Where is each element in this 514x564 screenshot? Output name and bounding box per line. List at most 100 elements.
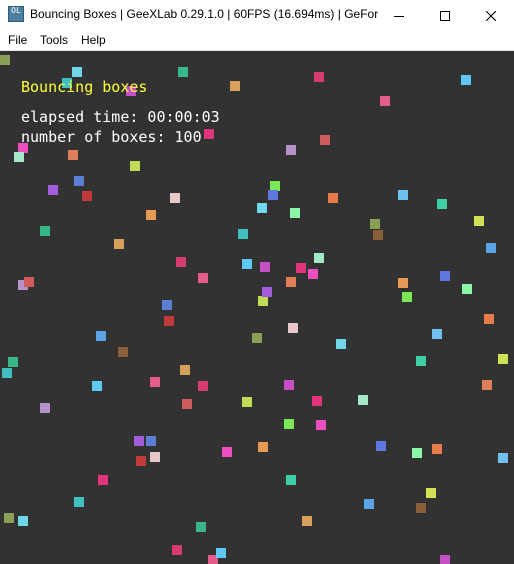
bouncing-box [268, 190, 278, 200]
bouncing-box [258, 442, 268, 452]
bouncing-box [412, 448, 422, 458]
title-bar[interactable]: OL Bouncing Boxes | GeeXLab 0.29.1.0 | 6… [0, 0, 514, 31]
bouncing-box [48, 185, 58, 195]
bouncing-box [242, 397, 252, 407]
bouncing-box [260, 262, 270, 272]
bouncing-box [432, 329, 442, 339]
bouncing-box [426, 488, 436, 498]
hud-title: Bouncing boxes [21, 78, 148, 96]
bouncing-box [314, 72, 324, 82]
bouncing-box [146, 436, 156, 446]
bouncing-box [498, 354, 508, 364]
bouncing-box [290, 208, 300, 218]
bouncing-box [176, 257, 186, 267]
bouncing-box [72, 67, 82, 77]
bouncing-box [118, 347, 128, 357]
bouncing-box [146, 210, 156, 220]
bouncing-box [482, 380, 492, 390]
bouncing-box [358, 395, 368, 405]
bouncing-box [164, 316, 174, 326]
bouncing-box [170, 193, 180, 203]
bouncing-box [0, 55, 10, 65]
bouncing-box [130, 161, 140, 171]
bouncing-box [440, 555, 450, 564]
bouncing-box [288, 323, 298, 333]
bouncing-box [440, 271, 450, 281]
bouncing-box [172, 545, 182, 555]
bouncing-box [314, 253, 324, 263]
minimize-button[interactable] [376, 0, 422, 31]
bouncing-box [286, 277, 296, 287]
bouncing-box [284, 419, 294, 429]
bouncing-box [114, 239, 124, 249]
bouncing-box [262, 287, 272, 297]
bouncing-box [286, 475, 296, 485]
hud-box-count: number of boxes: 100 [21, 128, 202, 146]
bouncing-box [198, 273, 208, 283]
menu-help[interactable]: Help [79, 33, 108, 47]
bouncing-box [486, 243, 496, 253]
bouncing-box [398, 190, 408, 200]
menu-bar: File Tools Help [0, 31, 514, 51]
bouncing-box [162, 300, 172, 310]
maximize-icon [440, 10, 450, 21]
bouncing-box [402, 292, 412, 302]
bouncing-box [376, 441, 386, 451]
bouncing-box [284, 380, 294, 390]
bouncing-box [182, 399, 192, 409]
bouncing-box [474, 216, 484, 226]
bouncing-box [8, 357, 18, 367]
bouncing-box [2, 368, 12, 378]
bouncing-box [92, 381, 102, 391]
bouncing-box [398, 278, 408, 288]
bouncing-box [230, 81, 240, 91]
bouncing-box [316, 420, 326, 430]
bouncing-box [180, 365, 190, 375]
menu-file[interactable]: File [6, 33, 29, 47]
bouncing-box [96, 331, 106, 341]
bouncing-box [312, 396, 322, 406]
bouncing-box [461, 75, 471, 85]
bouncing-box [18, 516, 28, 526]
bouncing-box [484, 314, 494, 324]
bouncing-box [252, 333, 262, 343]
bouncing-box [336, 339, 346, 349]
render-viewport[interactable]: Bouncing boxes elapsed time: 00:00:03 nu… [0, 51, 514, 564]
bouncing-box [24, 277, 34, 287]
menu-tools[interactable]: Tools [38, 33, 70, 47]
bouncing-box [136, 456, 146, 466]
bouncing-box [370, 219, 380, 229]
bouncing-box [296, 263, 306, 273]
bouncing-box [82, 191, 92, 201]
bouncing-box [40, 226, 50, 236]
bouncing-box [150, 377, 160, 387]
bouncing-box [380, 96, 390, 106]
close-button[interactable] [468, 0, 514, 31]
bouncing-box [74, 497, 84, 507]
bouncing-box [416, 503, 426, 513]
bouncing-box [150, 452, 160, 462]
bouncing-box [198, 381, 208, 391]
close-icon [486, 10, 496, 21]
bouncing-box [286, 145, 296, 155]
bouncing-box [462, 284, 472, 294]
bouncing-box [178, 67, 188, 77]
bouncing-box [68, 150, 78, 160]
bouncing-box [222, 447, 232, 457]
bouncing-box [40, 403, 50, 413]
bouncing-box [302, 516, 312, 526]
bouncing-box [258, 296, 268, 306]
bouncing-box [204, 129, 214, 139]
bouncing-box [373, 230, 383, 240]
bouncing-box [308, 269, 318, 279]
bouncing-box [238, 229, 248, 239]
geexlab-app-icon: OL [8, 6, 24, 22]
bouncing-box [216, 548, 226, 558]
hud-elapsed-time: elapsed time: 00:00:03 [21, 108, 220, 126]
bouncing-box [134, 436, 144, 446]
bouncing-box [98, 475, 108, 485]
bouncing-box [364, 499, 374, 509]
maximize-button[interactable] [422, 0, 468, 31]
bouncing-box [257, 203, 267, 213]
window-title: Bouncing Boxes | GeeXLab 0.29.1.0 | 60FP… [30, 7, 378, 21]
